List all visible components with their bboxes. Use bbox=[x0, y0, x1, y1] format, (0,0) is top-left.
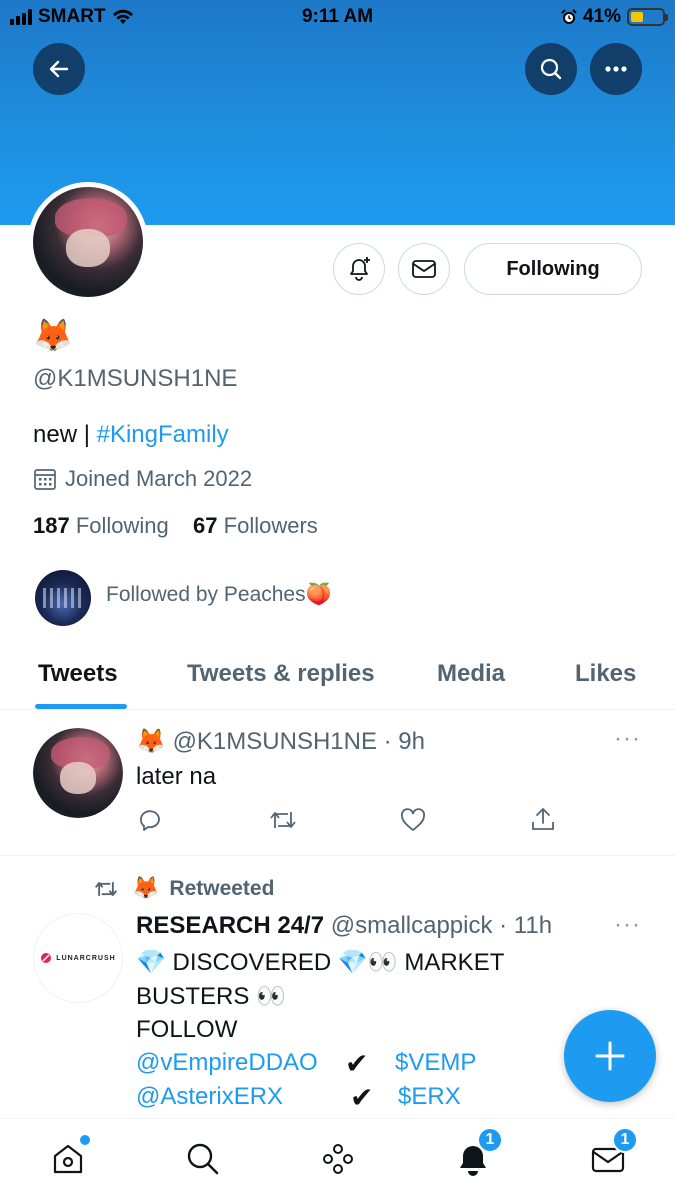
display-name: 🦊 bbox=[33, 316, 73, 354]
avatar-photo bbox=[33, 187, 143, 297]
nav-spaces[interactable] bbox=[316, 1137, 360, 1181]
tweet-handle-time: @smallcappick · 11h bbox=[330, 912, 553, 939]
notifications-bell-button[interactable] bbox=[333, 243, 385, 295]
profile-avatar[interactable] bbox=[28, 182, 148, 302]
messages-badge: 1 bbox=[612, 1127, 638, 1153]
back-button[interactable] bbox=[33, 43, 85, 95]
tweet-more-icon[interactable]: ··· bbox=[614, 725, 641, 753]
calendar-icon bbox=[34, 469, 56, 490]
status-bar: SMART 9:11 AM 41% bbox=[0, 0, 675, 34]
following-button[interactable]: Following bbox=[464, 243, 642, 295]
tweet-handle-time: @K1MSUNSH1NE · 9h bbox=[172, 728, 425, 755]
reply-icon bbox=[140, 810, 160, 831]
joined-date: Joined March 2022 bbox=[65, 466, 253, 491]
profile-tabs: Tweets Tweets & replies Media Likes bbox=[0, 648, 675, 710]
bell-plus-icon bbox=[350, 257, 370, 281]
compose-tweet-button[interactable] bbox=[564, 1010, 656, 1102]
like-button[interactable] bbox=[399, 806, 427, 839]
notifications-badge: 1 bbox=[477, 1127, 503, 1153]
retweeted-label: Retweeted bbox=[169, 876, 275, 900]
tab-likes[interactable]: Likes bbox=[575, 660, 636, 688]
tweet-text-line: 💎 DISCOVERED 💎👀 MARKET bbox=[136, 949, 505, 976]
followers-label: Followers bbox=[223, 513, 318, 538]
arrow-left-icon bbox=[49, 60, 69, 78]
mention-link[interactable]: @AsterixERX bbox=[136, 1083, 283, 1111]
tweet-author-name[interactable]: 🦊 bbox=[136, 727, 166, 755]
check-mark: ✔ bbox=[345, 1048, 369, 1079]
reply-button[interactable] bbox=[136, 806, 164, 839]
retweeter-name[interactable]: 🦊 bbox=[132, 876, 159, 901]
follow-stats: 187 Following 67 Followers bbox=[33, 513, 318, 539]
alarm-icon bbox=[561, 9, 577, 24]
message-button[interactable] bbox=[398, 243, 450, 295]
followers-count: 67 bbox=[193, 513, 218, 538]
cashtag-link[interactable]: $VEMP bbox=[395, 1049, 476, 1077]
tweet-author-name[interactable]: RESEARCH 24/7 bbox=[136, 912, 324, 939]
search-icon bbox=[540, 58, 562, 80]
bio-hashtag-link[interactable]: #KingFamily bbox=[97, 421, 229, 448]
share-button[interactable] bbox=[529, 805, 557, 838]
profile-handle: @K1MSUNSH1NE bbox=[33, 365, 238, 392]
retweet-button[interactable] bbox=[268, 806, 298, 839]
tweet-text: later na bbox=[136, 763, 217, 790]
tweet-header: RESEARCH 24/7 @smallcappick · 11h bbox=[136, 912, 552, 940]
more-options-button[interactable] bbox=[590, 43, 642, 95]
battery-icon bbox=[627, 8, 668, 26]
check-mark: ✔ bbox=[350, 1082, 374, 1113]
battery-percent: 41% bbox=[582, 6, 621, 27]
plus-icon bbox=[595, 1041, 625, 1071]
lunarcrush-logo-text: LUNARCRUSH bbox=[56, 954, 116, 962]
spaces-icon bbox=[323, 1144, 353, 1174]
retweeted-label-row: 🦊 Retweeted bbox=[90, 876, 274, 901]
tweet-divider bbox=[0, 855, 675, 856]
nav-search[interactable] bbox=[181, 1137, 225, 1181]
tweet-author-avatar[interactable] bbox=[33, 728, 123, 818]
bio-text: new | bbox=[33, 421, 90, 448]
tab-tweets-replies[interactable]: Tweets & replies bbox=[187, 660, 375, 688]
avatar-photo bbox=[33, 728, 123, 818]
following-count: 187 bbox=[33, 513, 70, 538]
search-icon bbox=[187, 1143, 219, 1175]
tweet-more-icon[interactable]: ··· bbox=[614, 911, 641, 939]
cashtag-link[interactable]: $ERX bbox=[398, 1083, 461, 1111]
tweet-header: 🦊 @K1MSUNSH1NE · 9h bbox=[136, 727, 425, 756]
lunarcrush-logo-icon bbox=[41, 953, 52, 963]
following-stat[interactable]: 187 Following bbox=[33, 513, 169, 538]
nav-home[interactable] bbox=[46, 1135, 90, 1181]
tab-media[interactable]: Media bbox=[437, 660, 505, 688]
more-horizontal-icon bbox=[605, 66, 627, 72]
retweet-icon bbox=[94, 881, 118, 896]
mutual-follower-avatar[interactable] bbox=[35, 570, 91, 626]
mention-link[interactable]: @vEmpireDDAO bbox=[136, 1049, 318, 1077]
new-content-dot bbox=[80, 1135, 90, 1145]
retweet-icon bbox=[270, 812, 296, 828]
joined-row: Joined March 2022 bbox=[33, 466, 252, 492]
bio: new | #KingFamily bbox=[33, 421, 229, 449]
followed-by-text[interactable]: Followed by Peaches🍑 bbox=[106, 583, 332, 607]
active-tab-indicator bbox=[35, 704, 127, 709]
following-label: Following bbox=[75, 513, 169, 538]
heart-icon bbox=[401, 808, 425, 831]
nav-messages[interactable]: 1 bbox=[586, 1127, 638, 1181]
share-icon bbox=[532, 808, 554, 830]
followers-stat[interactable]: 67 Followers bbox=[193, 513, 318, 538]
tweet-text-line: FOLLOW bbox=[136, 1016, 238, 1043]
status-right: 41% bbox=[561, 6, 668, 28]
tweet-author-avatar[interactable]: LUNARCRUSH bbox=[33, 913, 123, 1003]
search-button[interactable] bbox=[525, 43, 577, 95]
bottom-nav: 1 1 bbox=[0, 1118, 675, 1200]
tab-tweets[interactable]: Tweets bbox=[38, 660, 118, 688]
envelope-icon bbox=[412, 260, 436, 278]
nav-notifications[interactable]: 1 bbox=[451, 1127, 503, 1181]
tweet-text-line: BUSTERS 👀 bbox=[136, 983, 286, 1010]
home-icon bbox=[53, 1144, 83, 1174]
